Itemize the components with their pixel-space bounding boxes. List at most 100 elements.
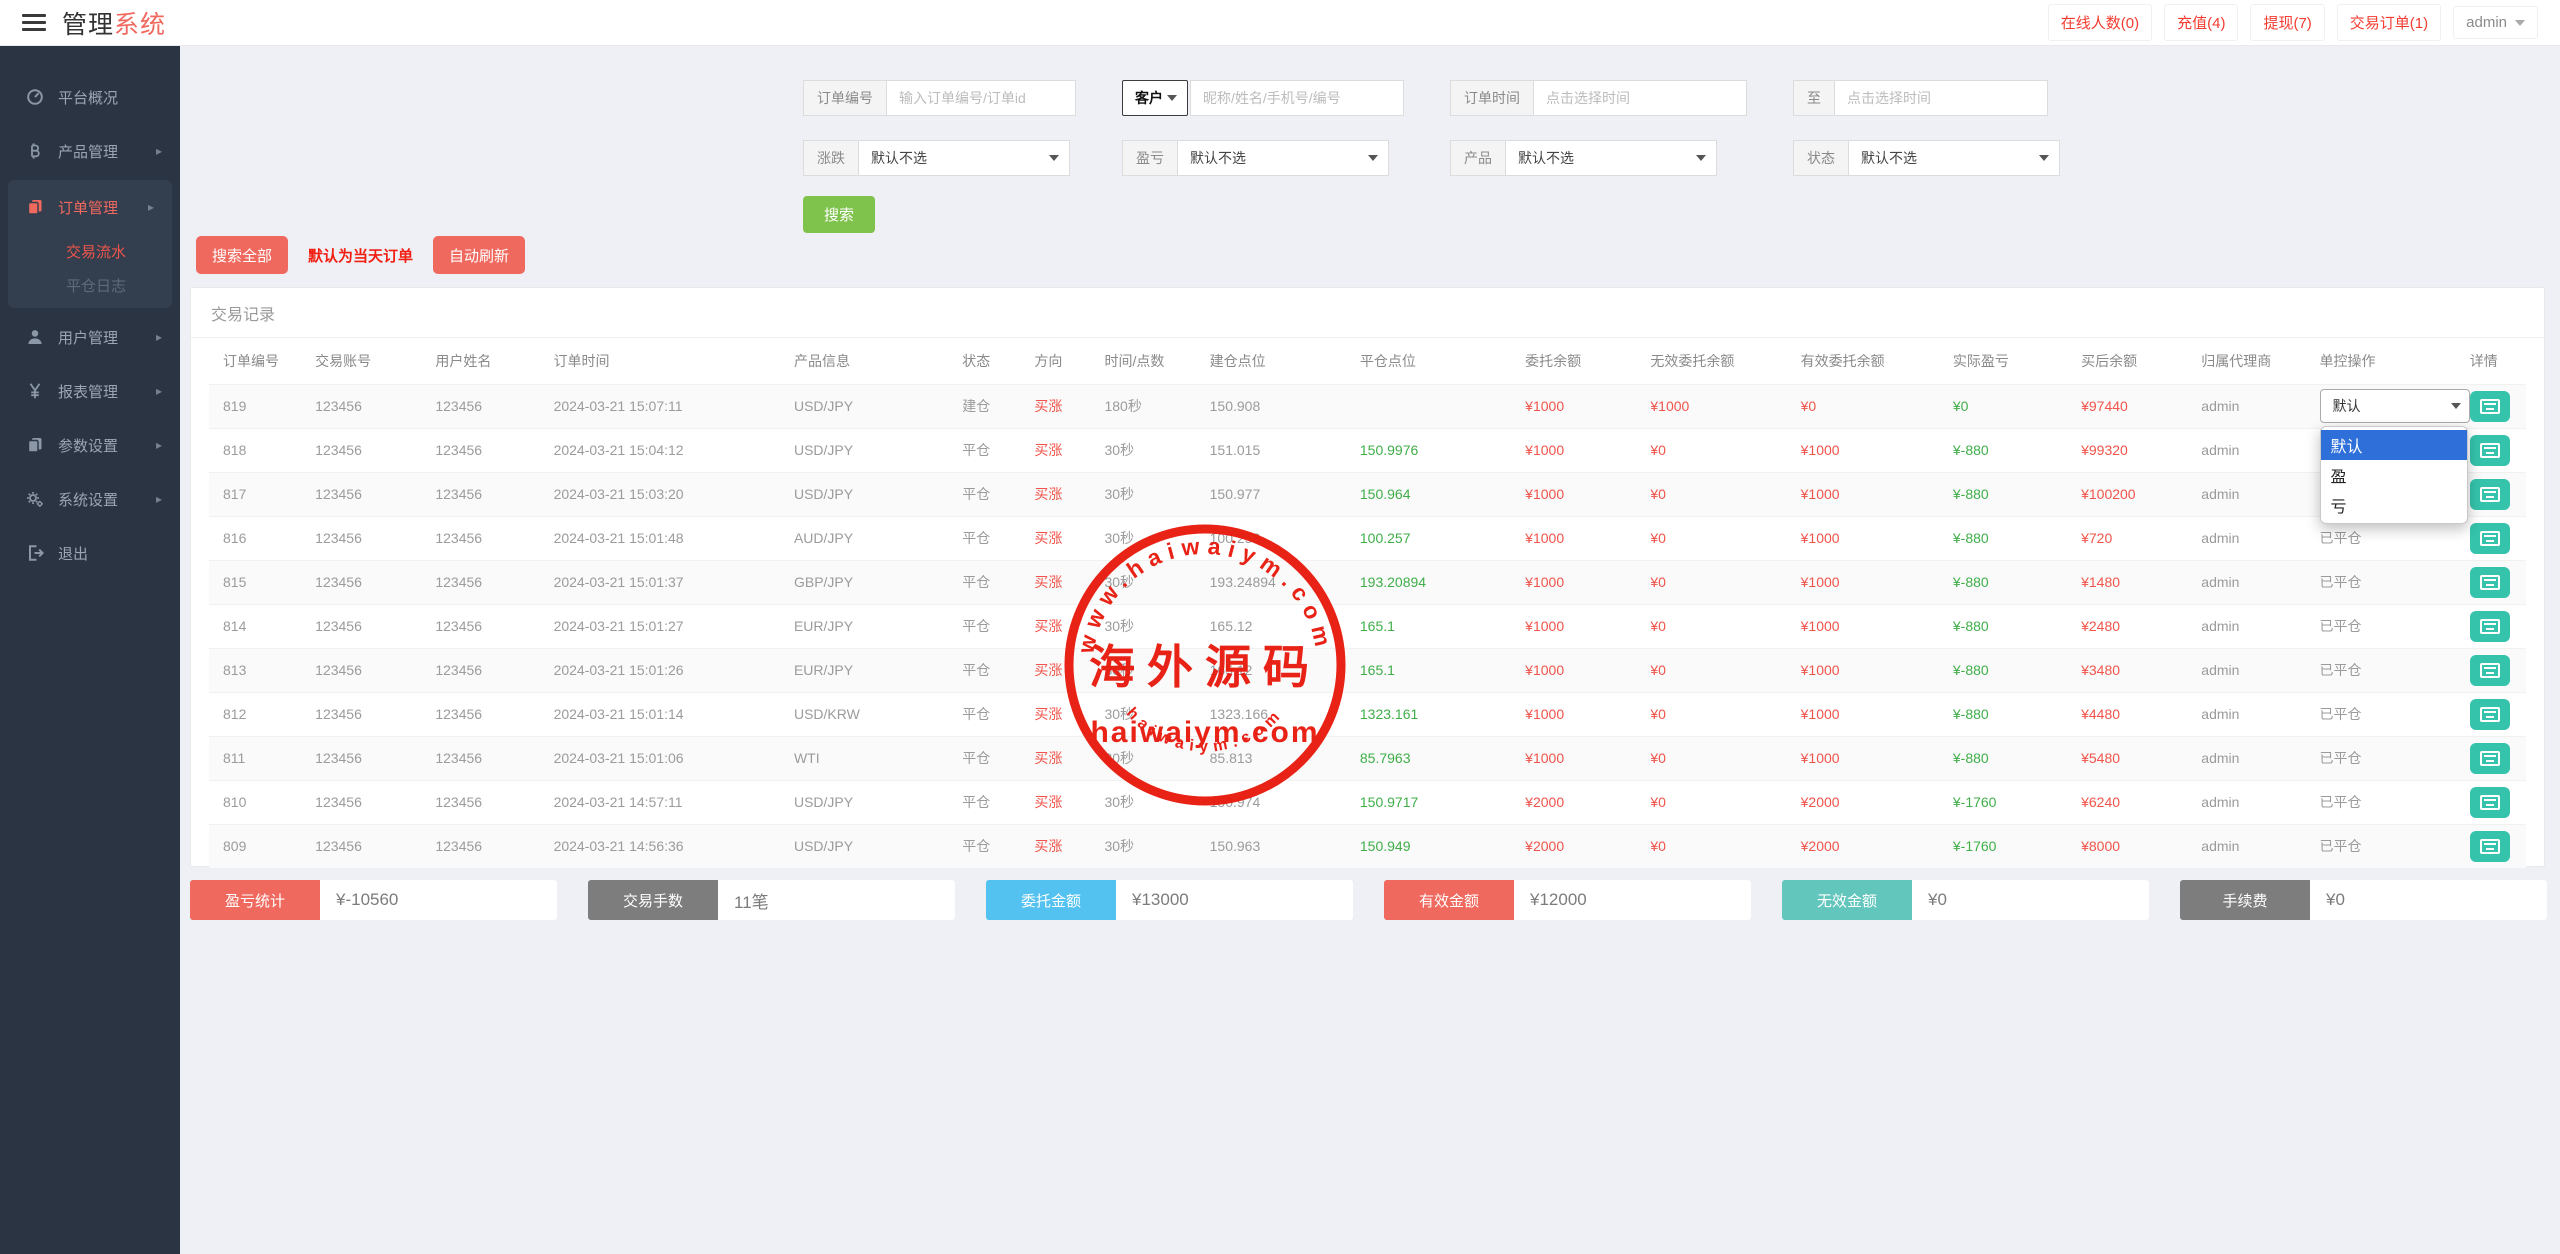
cell-detail [2456, 780, 2526, 824]
cell-invalid_entrust: ¥0 [1636, 648, 1786, 692]
cell-valid_entrust: ¥1000 [1787, 692, 1939, 736]
sidebar-item-6[interactable]: 系统设置▸ [0, 472, 180, 526]
cell-control: 已平仓 [2306, 604, 2456, 648]
summary-label[interactable]: 无效金额 [1782, 880, 1912, 920]
detail-card-icon [2480, 839, 2500, 854]
summary-row: 盈亏统计¥-10560交易手数11笔委托金额¥13000有效金额¥12000无效… [190, 880, 2545, 920]
detail-button[interactable] [2470, 787, 2510, 818]
profit-select[interactable]: 默认不选 [1177, 140, 1389, 176]
topbar-link-2[interactable]: 提现(7) [2250, 4, 2324, 41]
cell-open_point: 150.908 [1196, 384, 1346, 428]
detail-button[interactable] [2470, 567, 2510, 598]
summary-label[interactable]: 委托金额 [986, 880, 1116, 920]
detail-button[interactable] [2470, 479, 2510, 510]
detail-button[interactable] [2470, 391, 2510, 422]
cell-entrust: ¥1000 [1511, 604, 1636, 648]
status-select[interactable]: 默认不选 [1848, 140, 2060, 176]
cell-time: 2024-03-21 15:01:48 [540, 516, 780, 560]
control-select[interactable]: 默认 [2320, 389, 2470, 423]
sidebar-item-3[interactable]: 用户管理▸ [0, 310, 180, 364]
cell-order_no: 812 [209, 692, 301, 736]
updown-select[interactable]: 默认不选 [858, 140, 1070, 176]
cell-invalid_entrust: ¥0 [1636, 516, 1786, 560]
cell-product: EUR/JPY [780, 604, 948, 648]
detail-button[interactable] [2470, 611, 2510, 642]
sidebar-item-0[interactable]: 平台概况 [0, 70, 180, 124]
cell-duration: 30秒 [1090, 472, 1195, 516]
sidebar-item-7[interactable]: 退出 [0, 526, 180, 580]
cell-time: 2024-03-21 15:01:27 [540, 604, 780, 648]
control-option-1[interactable]: 盈 [2321, 460, 2467, 490]
chevron-right-icon: ▸ [148, 200, 154, 214]
sidebar-item-5[interactable]: 参数设置▸ [0, 418, 180, 472]
search-all-button[interactable]: 搜索全部 [196, 236, 288, 274]
cell-balance_after: ¥5480 [2067, 736, 2187, 780]
customer-search-input[interactable] [1190, 80, 1404, 116]
menu-toggle-icon[interactable] [22, 14, 46, 31]
cell-status: 平仓 [948, 428, 1020, 472]
customer-type-value: 客户 [1135, 88, 1163, 108]
cell-duration: 30秒 [1090, 516, 1195, 560]
control-option-0[interactable]: 默认 [2321, 430, 2467, 460]
summary-label[interactable]: 盈亏统计 [190, 880, 320, 920]
sidebar-item-4[interactable]: 报表管理▸ [0, 364, 180, 418]
detail-button[interactable] [2470, 655, 2510, 686]
sidebar-subitem-0[interactable]: 交易流水 [8, 234, 172, 268]
order-time-start-input[interactable] [1533, 80, 1747, 116]
cell-direction: 买涨 [1020, 604, 1090, 648]
cell-order_no: 816 [209, 516, 301, 560]
customer-type-select[interactable]: 客户 [1122, 80, 1188, 116]
summary-value: ¥-10560 [320, 880, 557, 920]
sidebar-item-1[interactable]: 产品管理▸ [0, 124, 180, 178]
cell-invalid_entrust: ¥0 [1636, 780, 1786, 824]
chevron-right-icon: ▸ [156, 330, 162, 344]
sidebar-item-label: 订单管理 [58, 197, 118, 218]
cell-product: USD/JPY [780, 472, 948, 516]
cell-open_point: 193.24894 [1196, 560, 1346, 604]
cell-invalid_entrust: ¥0 [1636, 736, 1786, 780]
topbar-link-0[interactable]: 在线人数(0) [2048, 4, 2152, 41]
cell-direction: 买涨 [1020, 516, 1090, 560]
cell-direction: 买涨 [1020, 428, 1090, 472]
sidebar-subitem-1[interactable]: 平仓日志 [8, 268, 172, 302]
order-time-end-input[interactable] [1834, 80, 2048, 116]
detail-button[interactable] [2470, 831, 2510, 862]
column-header-16: 单控操作 [2306, 338, 2456, 384]
control-option-2[interactable]: 亏 [2321, 490, 2467, 520]
topbar-link-3[interactable]: 交易订单(1) [2337, 4, 2441, 41]
detail-button[interactable] [2470, 435, 2510, 466]
detail-button[interactable] [2470, 523, 2510, 554]
product-select[interactable]: 默认不选 [1505, 140, 1717, 176]
cell-open_point: 165.12 [1196, 648, 1346, 692]
detail-card-icon [2480, 531, 2500, 546]
cell-profit: ¥-1760 [1939, 780, 2067, 824]
cell-valid_entrust: ¥2000 [1787, 824, 1939, 868]
search-button[interactable]: 搜索 [803, 196, 875, 233]
auto-refresh-button[interactable]: 自动刷新 [433, 236, 525, 274]
summary-label[interactable]: 手续费 [2180, 880, 2310, 920]
user-menu[interactable]: admin [2453, 6, 2538, 39]
filter-customer: 客户 [1122, 80, 1404, 116]
sidebar-item-2[interactable]: 订单管理 ▸ [8, 180, 172, 234]
summary-label[interactable]: 交易手数 [588, 880, 718, 920]
sidebar-item-label: 平台概况 [58, 87, 118, 108]
summary-block-5: 手续费¥0 [2180, 880, 2547, 920]
sidebar-item-label: 报表管理 [58, 381, 118, 402]
order-no-input[interactable] [886, 80, 1076, 116]
cell-profit: ¥-1760 [1939, 824, 2067, 868]
cell-agent: admin [2187, 736, 2305, 780]
detail-button[interactable] [2470, 743, 2510, 774]
detail-card-icon [2480, 399, 2500, 414]
cell-entrust: ¥1000 [1511, 472, 1636, 516]
cell-close_point: 150.9976 [1346, 428, 1511, 472]
detail-button[interactable] [2470, 699, 2510, 730]
summary-label[interactable]: 有效金额 [1384, 880, 1514, 920]
cell-balance_after: ¥720 [2067, 516, 2187, 560]
cell-order_no: 819 [209, 384, 301, 428]
cell-profit: ¥-880 [1939, 516, 2067, 560]
gauge-icon [26, 88, 44, 106]
cell-username: 123456 [421, 560, 539, 604]
topbar-link-1[interactable]: 充值(4) [2164, 4, 2238, 41]
cell-status: 平仓 [948, 780, 1020, 824]
detail-card-icon [2480, 707, 2500, 722]
